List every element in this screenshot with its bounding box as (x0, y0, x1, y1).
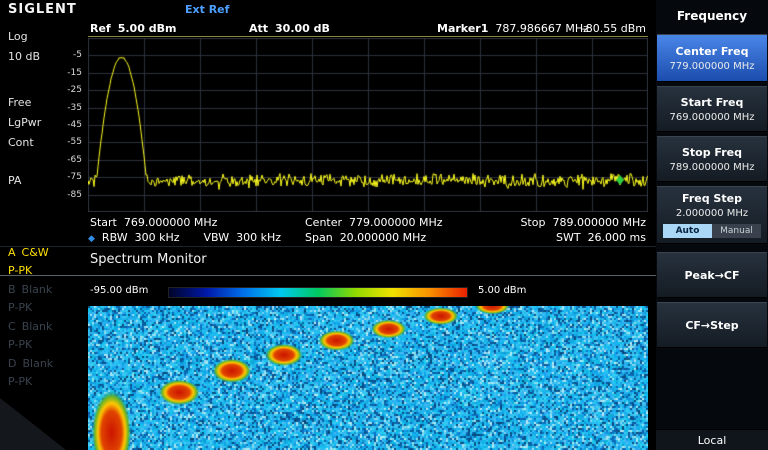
trace-b-id: B (8, 283, 16, 296)
cf-to-step-label: CF→Step (685, 319, 738, 332)
trace-d-detector: P-PK (8, 375, 32, 388)
start-freq-value: 769.000000 MHz (669, 112, 754, 123)
coupling-diamond-icon: ◆ (88, 234, 95, 244)
stop-freq-label: Stop Freq (682, 146, 742, 159)
spectrum-plot-canvas (88, 38, 648, 212)
center-freq-label: Center Freq (676, 45, 749, 58)
center-freq-readout: Center 779.000000 MHz (305, 216, 443, 229)
freq-step-manual-option[interactable]: Manual (712, 224, 761, 238)
center-label: Center (305, 216, 342, 229)
freq-step-value: 2.000000 MHz (676, 208, 748, 219)
trace-c-mode: C Blank (8, 320, 52, 333)
trace-c-id: C (8, 320, 16, 333)
ext-ref-status: Ext Ref (185, 3, 229, 16)
trace-d-mode-label: Blank (22, 357, 53, 370)
vbw-label: VBW (204, 231, 230, 244)
stop-freq-value: 789.000000 MHz (669, 162, 754, 173)
y-axis-label: -45 (67, 119, 82, 131)
waterfall-canvas (88, 306, 648, 450)
sidebar-trigger-free: Free (8, 96, 31, 109)
trace-a-id: A (8, 246, 16, 259)
freq-step-auto-option[interactable]: Auto (663, 224, 712, 238)
sidebar-scale-div: 10 dB (8, 50, 40, 63)
attenuation-readout: Att 30.00 dB (249, 22, 330, 35)
softkey-menu: Frequency Center Freq 779.000000 MHz Sta… (656, 0, 768, 450)
bandwidth-readout: ◆ RBW 300 kHz VBW 300 kHz (88, 231, 281, 244)
softkey-freq-step[interactable]: Freq Step 2.000000 MHz Auto Manual (657, 186, 767, 244)
y-axis-label: -65 (67, 154, 82, 166)
trace-b-detector: P-PK (8, 301, 32, 314)
scale-max-label: 5.00 dBm (478, 285, 526, 296)
y-axis-label: -35 (67, 102, 82, 114)
softkey-start-freq[interactable]: Start Freq 769.000000 MHz (657, 86, 767, 132)
sidebar-lgpwr: LgPwr (8, 116, 41, 129)
plot-top-border (88, 36, 648, 37)
analyzer-screen: SIGLENT Ext Ref Ref 5.00 dBm Att 30.00 d… (0, 0, 768, 450)
trace-a-mode: A C&W (8, 246, 49, 259)
peak-to-cf-label: Peak→CF (684, 269, 739, 282)
y-axis-label: -25 (67, 84, 82, 96)
trace-d-id: D (8, 357, 16, 370)
brand-logo: SIGLENT (8, 2, 77, 17)
y-axis-labels: -5 -15 -25 -35 -45 -55 -65 -75 -85 (54, 38, 84, 212)
y-axis-label: -85 (67, 189, 82, 201)
scale-min-label: -95.00 dBm (90, 285, 148, 296)
span-readout: Span 20.000000 MHz (305, 231, 426, 244)
trace-b-mode: B Blank (8, 283, 52, 296)
softkey-cf-to-step[interactable]: CF→Step (657, 302, 767, 348)
ref-value: 5.00 dBm (118, 22, 177, 35)
vbw-value: 300 kHz (236, 231, 281, 244)
sidebar-cont: Cont (8, 136, 34, 149)
rbw-label: RBW (102, 231, 128, 244)
local-button[interactable]: Local (656, 429, 768, 450)
swt-label: SWT (556, 231, 581, 244)
separator-line (0, 246, 656, 247)
sweep-time-readout: SWT 26.000 ms (556, 231, 646, 244)
start-freq-readout: Start 769.000000 MHz (90, 216, 217, 229)
y-axis-label: -75 (67, 171, 82, 183)
softkey-peak-to-cf[interactable]: Peak→CF (657, 252, 767, 298)
center-freq-value: 779.000000 MHz (669, 61, 754, 72)
monitor-divider-line (0, 275, 656, 276)
att-value: 30.00 dB (275, 22, 330, 35)
y-axis-label: -5 (73, 49, 82, 61)
amplitude-scale-bar (168, 287, 468, 298)
stop-value: 789.000000 MHz (552, 216, 646, 229)
trace-d-mode: D Blank (8, 357, 53, 370)
stop-freq-readout: Stop 789.000000 MHz (520, 216, 646, 229)
marker-readout: Marker1 787.986667 MHz (437, 22, 589, 35)
span-value: 20.000000 MHz (340, 231, 427, 244)
trace-c-mode-label: Blank (22, 320, 53, 333)
sidebar-preamp: PA (8, 174, 21, 187)
att-label: Att (249, 22, 268, 35)
spectrum-monitor-title: Spectrum Monitor (90, 252, 207, 267)
marker-frequency: 787.986667 MHz (495, 22, 589, 35)
softkey-stop-freq[interactable]: Stop Freq 789.000000 MHz (657, 136, 767, 182)
y-axis-label: -55 (67, 136, 82, 148)
trace-b-mode-label: Blank (22, 283, 53, 296)
trace-a-detector: P-PK (8, 264, 32, 277)
swt-value: 26.000 ms (588, 231, 646, 244)
freq-step-auto-manual-toggle: Auto Manual (663, 224, 761, 238)
y-axis-label: -15 (67, 67, 82, 79)
trace-a-mode-label: C&W (22, 246, 49, 259)
start-value: 769.000000 MHz (124, 216, 218, 229)
trace-c-detector: P-PK (8, 338, 32, 351)
rbw-value: 300 kHz (135, 231, 180, 244)
ref-level-readout: Ref 5.00 dBm (90, 22, 176, 35)
marker-amplitude: -80.55 dBm (582, 22, 646, 35)
span-label: Span (305, 231, 333, 244)
screen-corner-shadow (0, 398, 66, 450)
ref-label: Ref (90, 22, 111, 35)
marker-name: Marker1 (437, 22, 488, 35)
freq-step-label: Freq Step (682, 192, 742, 205)
start-freq-label: Start Freq (681, 96, 744, 109)
stop-label: Stop (520, 216, 545, 229)
start-label: Start (90, 216, 117, 229)
softkey-center-freq[interactable]: Center Freq 779.000000 MHz (657, 34, 767, 82)
menu-title: Frequency (656, 0, 768, 32)
center-value: 779.000000 MHz (349, 216, 443, 229)
sidebar-scale-type: Log (8, 30, 28, 43)
